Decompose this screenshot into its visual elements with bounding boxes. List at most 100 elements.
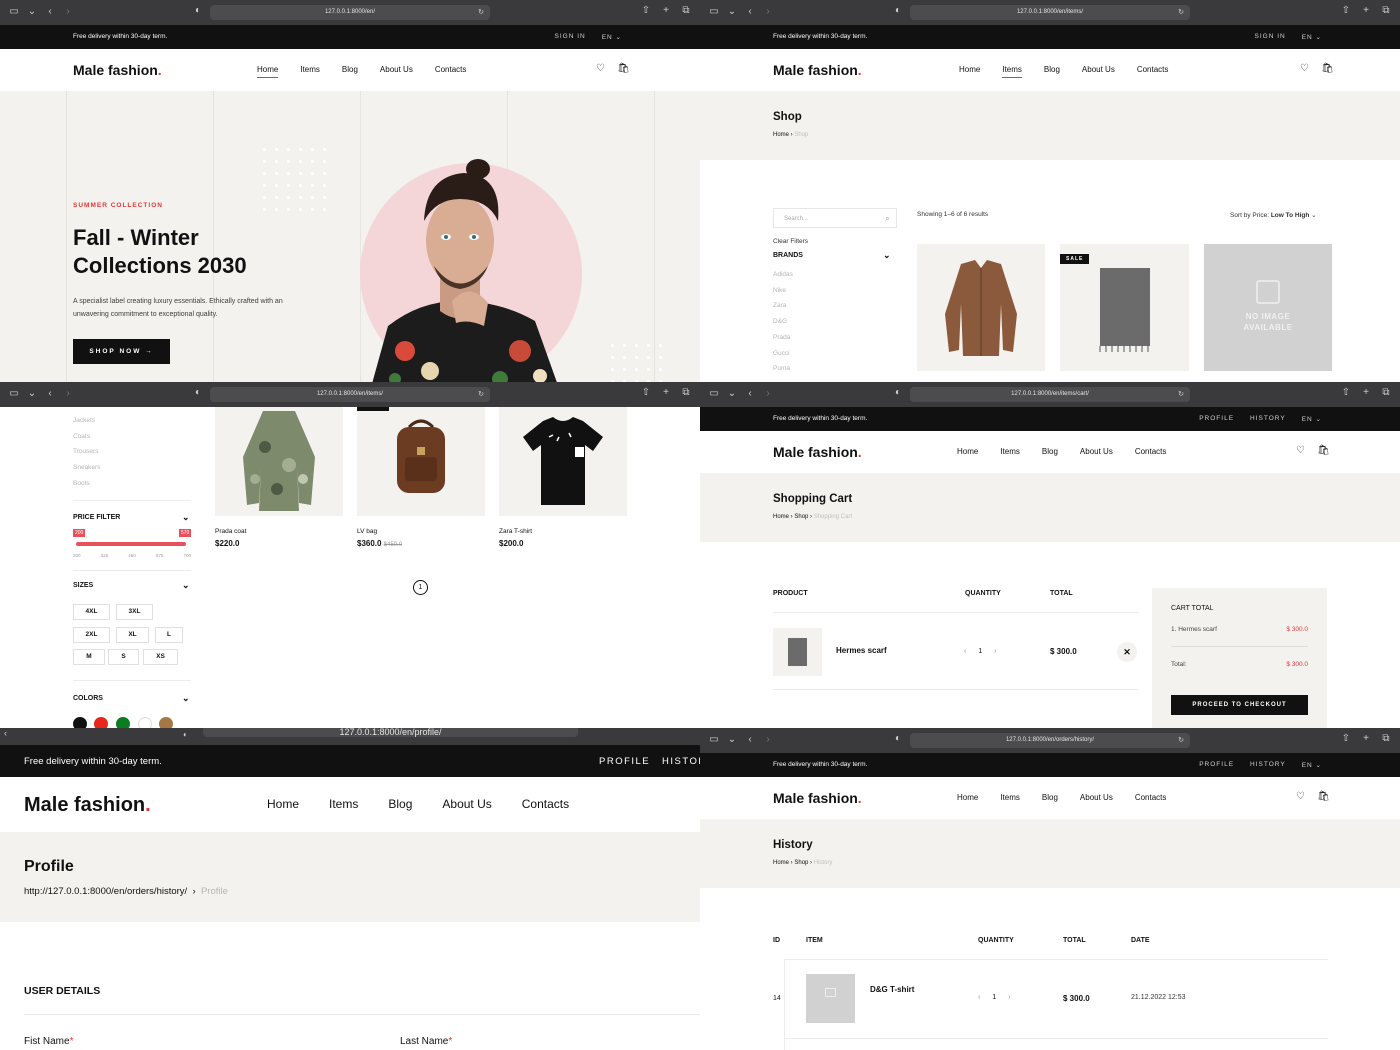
checkout-button[interactable]: PROCEED TO CHECKOUT [1171, 695, 1308, 715]
chevron-down-icon[interactable]: ⌄ [26, 6, 38, 17]
size-option[interactable]: 3XL [116, 604, 153, 620]
chevron-down-icon[interactable]: ⌄ [182, 580, 190, 591]
search-icon[interactable]: ⌕ [885, 213, 890, 224]
nav-home[interactable]: Home [957, 793, 978, 802]
colors-heading[interactable]: COLORS [73, 695, 103, 702]
product-name[interactable]: LV bag [357, 528, 377, 535]
category-item[interactable]: Jackets [73, 413, 100, 429]
address-bar[interactable]: 127.0.0.1:8000/en/items/ ↻ [210, 387, 490, 402]
privacy-shield-icon[interactable]: ◐ [183, 730, 188, 739]
nav-about[interactable]: About Us [1080, 793, 1113, 802]
nav-items[interactable]: Items [1002, 65, 1022, 78]
chevron-down-icon[interactable]: ⌄ [26, 388, 38, 399]
color-swatch[interactable] [94, 717, 108, 728]
nav-blog[interactable]: Blog [388, 797, 412, 811]
price-range-slider[interactable] [76, 542, 186, 546]
size-option[interactable]: 2XL [73, 627, 110, 643]
brand-item[interactable]: Prada [773, 330, 793, 346]
tabs-icon[interactable]: ⧉ [680, 387, 692, 398]
cart-item-name[interactable]: Hermes scarf [836, 646, 887, 655]
history-link[interactable]: HISTORY [1250, 415, 1286, 423]
size-option[interactable]: XL [116, 627, 149, 643]
reload-icon[interactable]: ↻ [1178, 387, 1184, 402]
category-item[interactable]: Coats [73, 429, 100, 445]
history-link[interactable]: HISTORY [1250, 761, 1286, 769]
logo[interactable]: Male fashion. [73, 62, 162, 78]
size-option[interactable]: M [73, 649, 105, 665]
bag-icon[interactable]: 🛍︎ [1317, 791, 1330, 802]
logo[interactable]: Male fashion. [773, 444, 862, 460]
product-image[interactable] [499, 407, 627, 516]
sidebar-toggle-icon[interactable]: ▭ [708, 734, 720, 745]
pagination-page[interactable]: 1 [413, 580, 428, 595]
forward-icon[interactable]: › [762, 734, 774, 745]
chevron-down-icon[interactable]: ⌄ [182, 512, 190, 523]
address-bar[interactable]: 127.0.0.1:8000/en/profile/ [203, 728, 578, 737]
bag-icon[interactable]: 🛍︎ [617, 63, 630, 74]
product-image[interactable]: NO IMAGE AVAILABLE [1204, 244, 1332, 371]
address-bar[interactable]: 127.0.0.1:8000/en/orders/history/ ↻ [910, 733, 1190, 748]
heart-icon[interactable]: ♡ [1300, 63, 1309, 74]
language-select[interactable]: EN ⌄ [1302, 415, 1322, 423]
share-icon[interactable]: ⇧ [1340, 5, 1352, 16]
reload-icon[interactable]: ↻ [478, 387, 484, 402]
cart-item-image[interactable] [773, 628, 822, 676]
back-icon[interactable]: ‹ [44, 6, 56, 17]
privacy-shield-icon[interactable]: ◐ [892, 387, 904, 398]
privacy-shield-icon[interactable]: ◐ [192, 5, 204, 16]
reload-icon[interactable]: ↻ [478, 5, 484, 20]
back-icon[interactable]: ‹ [4, 728, 7, 738]
quantity-stepper[interactable]: ‹ 1 › [964, 648, 997, 655]
back-icon[interactable]: ‹ [744, 6, 756, 17]
back-icon[interactable]: ‹ [44, 388, 56, 399]
size-option[interactable]: 4XL [73, 604, 110, 620]
tabs-icon[interactable]: ⧉ [1380, 5, 1392, 16]
remove-icon[interactable]: ✕ [1117, 642, 1137, 662]
logo[interactable]: Male fashion. [24, 794, 151, 817]
privacy-shield-icon[interactable]: ◐ [892, 5, 904, 16]
chevron-down-icon[interactable]: ⌄ [726, 6, 738, 17]
nav-about[interactable]: About Us [442, 797, 491, 811]
color-swatch[interactable] [73, 717, 87, 728]
privacy-shield-icon[interactable]: ◐ [192, 387, 204, 398]
new-tab-icon[interactable]: + [660, 387, 672, 398]
nav-blog[interactable]: Blog [342, 65, 358, 78]
product-name[interactable]: Prada coat [215, 528, 246, 535]
crumb-home[interactable]: Home [773, 514, 789, 520]
forward-icon[interactable]: › [62, 6, 74, 17]
heart-icon[interactable]: ♡ [596, 63, 605, 74]
category-item[interactable]: Sneakers [73, 460, 100, 476]
chevron-down-icon[interactable]: ⌄ [726, 734, 738, 745]
chevron-down-icon[interactable]: ⌄ [182, 693, 190, 704]
crumb-home[interactable]: Home [773, 132, 789, 138]
sidebar-toggle-icon[interactable]: ▭ [708, 6, 720, 17]
brand-item[interactable]: D&G [773, 314, 793, 330]
crumb-shop[interactable]: Shop [794, 860, 808, 866]
nav-contacts[interactable]: Contacts [1135, 793, 1167, 802]
new-tab-icon[interactable]: + [660, 5, 672, 16]
tabs-icon[interactable]: ⧉ [680, 5, 692, 16]
sign-in-link[interactable]: SIGN IN [555, 33, 586, 41]
product-image[interactable] [357, 407, 485, 516]
order-item-image[interactable] [806, 974, 855, 1023]
shop-now-button[interactable]: SHOP NOW → [73, 339, 170, 364]
sidebar-toggle-icon[interactable]: ▭ [8, 388, 20, 399]
reload-icon[interactable]: ↻ [1178, 733, 1184, 748]
nav-blog[interactable]: Blog [1044, 65, 1060, 78]
category-item[interactable]: Trousers [73, 444, 100, 460]
color-swatch[interactable] [138, 717, 152, 728]
address-bar[interactable]: 127.0.0.1:8000/en/items/ ↻ [910, 5, 1190, 20]
forward-icon[interactable]: › [762, 6, 774, 17]
share-icon[interactable]: ⇧ [640, 5, 652, 16]
logo[interactable]: Male fashion. [773, 790, 862, 806]
product-image[interactable] [215, 407, 343, 516]
brand-item[interactable]: Gucci [773, 346, 793, 362]
nav-items[interactable]: Items [1000, 793, 1020, 802]
price-filter-heading[interactable]: PRICE FILTER [73, 514, 120, 521]
crumb-link[interactable]: http://127.0.0.1:8000/en/orders/history/ [24, 886, 187, 897]
product-image[interactable] [917, 244, 1045, 371]
nav-about[interactable]: About Us [1082, 65, 1115, 78]
chevron-down-icon[interactable]: ⌄ [726, 388, 738, 399]
crumb-shop[interactable]: Shop [794, 514, 808, 520]
size-option[interactable]: L [155, 627, 183, 643]
